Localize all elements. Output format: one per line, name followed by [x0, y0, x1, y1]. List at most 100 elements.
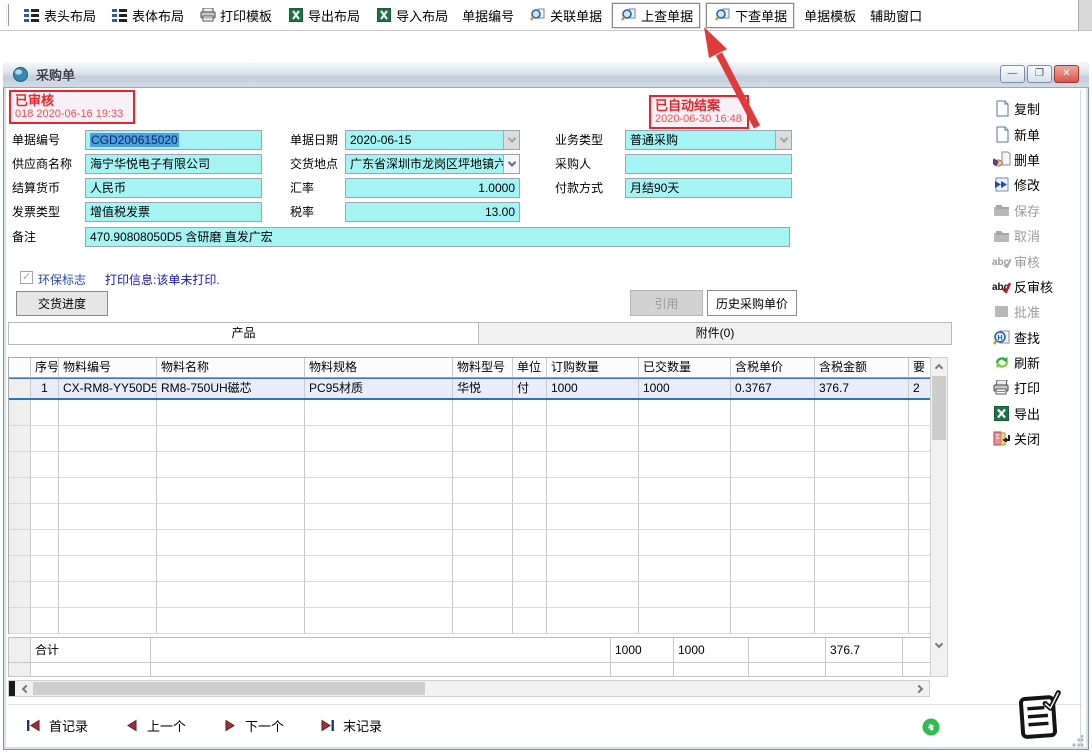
sidebar-action-1[interactable]: 复制 — [992, 96, 1080, 121]
doc-date-dropdown-icon[interactable] — [503, 131, 519, 149]
horizontal-scrollbar[interactable] — [8, 680, 930, 697]
eco-mark-checkbox[interactable]: ✓ — [20, 271, 33, 284]
toolbar-button-2[interactable]: 表体布局 — [103, 3, 191, 28]
sidebar-action-4[interactable]: 修改 — [992, 172, 1080, 197]
column-header[interactable]: 要 — [909, 358, 931, 378]
notepad-check-icon[interactable] — [1012, 690, 1066, 749]
currency-field[interactable]: 人民币 — [85, 178, 262, 198]
empty-cell — [731, 400, 815, 426]
vertical-scrollbar[interactable] — [930, 357, 948, 677]
record-nav-4[interactable]: 末记录 — [318, 716, 382, 735]
column-header[interactable]: 订购数量 — [547, 358, 639, 378]
vertical-scroll-thumb[interactable] — [932, 376, 946, 440]
column-header[interactable]: 已交数量 — [639, 358, 731, 378]
sidebar-action-2[interactable]: 新单 — [992, 121, 1080, 146]
doc-no-field[interactable]: CGD200615020 — [85, 130, 262, 150]
supplier-field[interactable]: 海宁华悦电子有限公司 — [85, 154, 262, 174]
toolbar-grip[interactable] — [6, 4, 9, 26]
scroll-up-icon[interactable] — [931, 358, 947, 375]
business-type-field[interactable]: 普通采购 — [625, 130, 792, 150]
toolbar-button-6[interactable]: 单据编号 — [455, 3, 521, 28]
total-empty-cell — [31, 663, 151, 677]
sidebar-action-7[interactable]: abc审核 — [992, 248, 1080, 273]
list-icon — [110, 7, 129, 24]
toolbar-button-11[interactable]: 辅助窗口 — [863, 3, 929, 28]
delivery-place-field[interactable]: 广东省深圳市龙岗区坪地镇六 — [345, 154, 520, 174]
sidebar-action-10[interactable]: H查找 — [992, 325, 1080, 350]
empty-cell — [157, 608, 305, 634]
freeze-splitter[interactable] — [9, 681, 15, 696]
sidebar-action-3[interactable]: 删单 — [992, 147, 1080, 172]
row-selector-cell — [9, 530, 31, 556]
remark-field[interactable]: 470.90808050D5 含研磨 直发广宏 — [85, 227, 790, 247]
empty-cell — [31, 608, 59, 634]
toolbar-button-1[interactable]: 表头布局 — [15, 3, 103, 28]
delivery-progress-button[interactable]: 交货进度 — [16, 291, 108, 316]
tax-rate-field[interactable]: 13.00 — [345, 202, 520, 222]
resize-grip[interactable] — [1072, 735, 1084, 747]
toolbar-button-9[interactable]: 下查单据 — [706, 3, 794, 28]
row-selector-cell[interactable] — [9, 379, 31, 398]
scroll-left-icon[interactable] — [16, 681, 32, 696]
delivery-place-dropdown-icon[interactable] — [503, 155, 519, 173]
column-header[interactable]: 含税单价 — [731, 358, 815, 378]
sidebar-action-6[interactable]: 取消 — [992, 223, 1080, 248]
buyer-field[interactable] — [625, 154, 792, 174]
toolbar-button-10[interactable]: 单据模板 — [797, 3, 863, 28]
empty-cell — [513, 530, 547, 556]
maximize-button[interactable]: ❐ — [1027, 65, 1052, 83]
column-header[interactable]: 单位 — [513, 358, 547, 378]
table-row[interactable]: 1CX-RM8-YY50D5RM8-750UH磁芯PC95材质华悦付100010… — [9, 378, 930, 400]
sidebar-action-13[interactable]: 导出 — [992, 401, 1080, 426]
sidebar-action-5[interactable]: 保存 — [992, 198, 1080, 223]
record-nav-2[interactable]: 上一个 — [122, 716, 186, 735]
empty-cell — [59, 452, 157, 478]
invoice-type-field[interactable]: 增值税发票 — [85, 202, 262, 222]
total-empty-cell — [749, 638, 826, 663]
horizontal-scroll-thumb[interactable] — [33, 682, 425, 695]
column-header[interactable]: 物料型号 — [453, 358, 513, 378]
column-header[interactable]: 序号 — [31, 358, 59, 378]
empty-table-row — [9, 400, 930, 426]
scroll-down-icon[interactable] — [931, 637, 947, 654]
sidebar-action-11[interactable]: 刷新 — [992, 350, 1080, 375]
sync-status-icon[interactable] — [922, 718, 940, 741]
column-header[interactable]: 物料编号 — [59, 358, 157, 378]
toolbar-button-8[interactable]: 上查单据 — [612, 3, 700, 28]
doc-date-field[interactable]: 2020-06-15 — [345, 130, 520, 150]
scroll-right-icon[interactable] — [912, 681, 928, 696]
sidebar-action-9[interactable]: 批准 — [992, 299, 1080, 324]
toolbar-button-3[interactable]: 打印模板 — [191, 3, 279, 28]
column-header[interactable]: 物料规格 — [305, 358, 453, 378]
status-audited-box: 已审核 018 2020-06-16 19:33 — [9, 90, 135, 124]
tab-attachments[interactable]: 附件(0) — [479, 323, 951, 344]
empty-cell — [815, 452, 909, 478]
record-nav-1[interactable]: 首记录 — [24, 716, 88, 735]
table-cell: RM8-750UH磁芯 — [157, 379, 305, 398]
empty-cell — [547, 426, 639, 452]
sidebar-action-8[interactable]: abc反审核 — [992, 274, 1080, 299]
business-type-dropdown-icon[interactable] — [775, 131, 791, 149]
sidebar-action-12[interactable]: 打印 — [992, 375, 1080, 400]
table-cell: 1000 — [547, 379, 639, 398]
record-nav-3[interactable]: 下一个 — [220, 716, 284, 735]
toolbar-button-5[interactable]: 导入布局 — [367, 3, 455, 28]
empty-table-row — [9, 556, 930, 582]
payment-field[interactable]: 月结90天 — [625, 178, 792, 198]
toolbar-button-7[interactable]: 关联单据 — [521, 3, 609, 28]
tab-products[interactable]: 产品 — [9, 323, 479, 344]
column-header[interactable]: 物料名称 — [157, 358, 305, 378]
delivery-place-label: 交货地点 — [290, 154, 338, 174]
toolbar-button-4[interactable]: 导出布局 — [279, 3, 367, 28]
sidebar-action-14[interactable]: 关闭 — [992, 426, 1080, 451]
history-price-button[interactable]: 历史采购单价 — [707, 290, 797, 316]
quote-button[interactable]: 引用 — [630, 290, 703, 316]
empty-cell — [909, 478, 931, 504]
window-titlebar[interactable]: 采购单 — [3, 62, 1089, 88]
close-button[interactable]: ✕ — [1054, 65, 1079, 83]
svg-text:H: H — [998, 335, 1003, 342]
exchange-rate-field[interactable]: 1.0000 — [345, 178, 520, 198]
minimize-button[interactable]: — — [1000, 65, 1025, 83]
column-header[interactable]: 含税金额 — [815, 358, 909, 378]
print-info-text: 打印信息:该单未打印. — [105, 271, 220, 288]
